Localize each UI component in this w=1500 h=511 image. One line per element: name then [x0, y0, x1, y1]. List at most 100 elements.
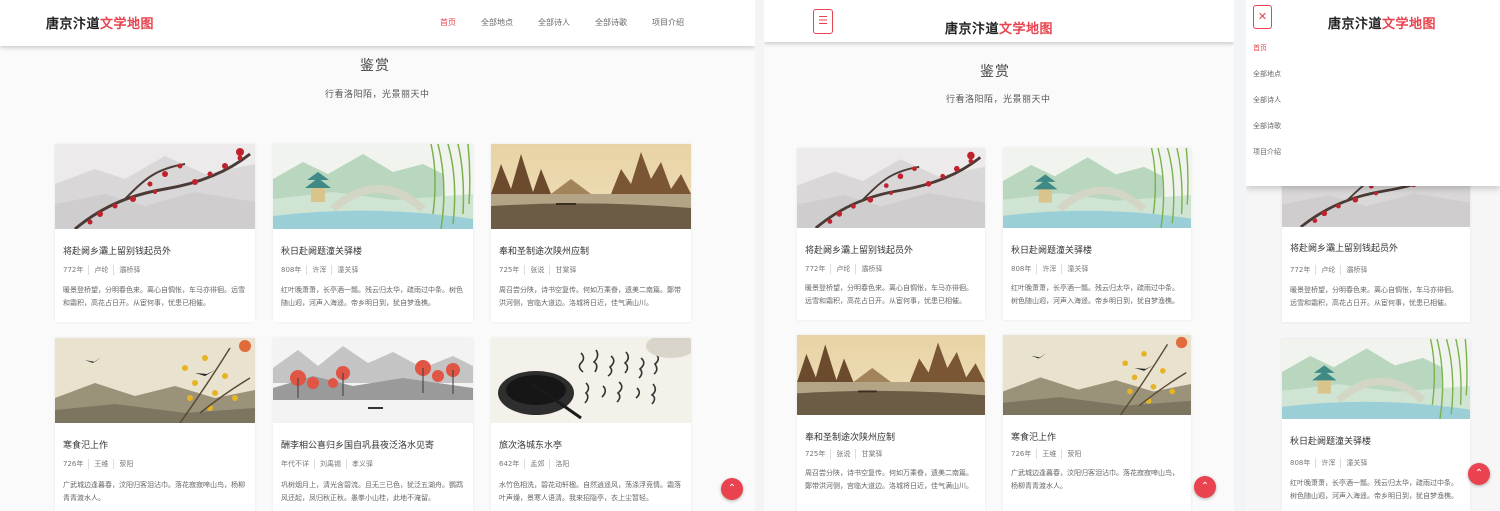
poem-poet[interactable]: 刘禹锡	[314, 459, 346, 469]
menu-toggle-button[interactable]: ☰	[813, 9, 833, 34]
navbar: 唐京汴道文学地图 首页 全部地点 全部诗人 全部诗歌 项目介绍	[0, 0, 755, 46]
poem-place[interactable]: 灞桥驿	[855, 264, 887, 274]
poem-meta: 772年 卢纶 灞桥驿	[63, 265, 145, 275]
poem-card[interactable]: 秋日赴阙题潼关驿楼 808年 许浑 潼关驿 红叶晚萧萧，长亭酒一瓢。残云归太华，疏雨…	[273, 144, 473, 322]
poem-card[interactable]: 旅次洛城东水亭 642年 孟郊 洛阳 水竹色相洗，碧花动轩楹。自然逍遥风，荡涤浮竞情…	[491, 338, 691, 511]
site-logo[interactable]: 唐京汴道文学地图	[46, 13, 154, 32]
poem-place[interactable]: 荥阳	[1061, 449, 1086, 459]
poem-place[interactable]: 洛阳	[549, 459, 574, 469]
nav-about[interactable]: 项目介绍	[652, 17, 684, 28]
poem-title[interactable]: 旅次洛城东水亭	[499, 438, 562, 451]
poem-excerpt: 暖景登桥望，分明春色来。离心自惆怅，车马亦徘徊。远雪和霜积，高花占日开。从宦何事…	[63, 286, 245, 307]
poem-title[interactable]: 秋日赴阙题潼关驿楼	[1011, 243, 1092, 256]
poem-title[interactable]: 奉和圣制途次陕州应制	[499, 244, 589, 257]
poem-title[interactable]: 秋日赴阙题潼关驿楼	[1290, 434, 1371, 447]
poem-title[interactable]: 奉和圣制途次陕州应制	[805, 430, 895, 443]
nav-poets[interactable]: 全部诗人	[538, 17, 570, 28]
poem-meta: 725年 张说 甘棠驿	[499, 265, 581, 275]
poem-meta: 772年 卢纶 灞桥驿	[805, 264, 887, 274]
poem-meta: 年代不详 刘禹锡 孝义驿	[281, 459, 378, 469]
poem-year: 725年	[805, 450, 826, 458]
poem-poet[interactable]: 许浑	[1315, 458, 1340, 468]
chevron-up-icon: ⌃	[727, 483, 737, 494]
poem-poet[interactable]: 许浑	[306, 265, 331, 275]
poem-card[interactable]: 将赴阙乡灞上留别钱起员外 772年 卢纶 灞桥驿 暖景登桥望，分明春色来。离心自惆怅…	[797, 148, 985, 320]
poem-year: 726年	[63, 460, 84, 468]
poem-poet[interactable]: 王维	[1036, 449, 1061, 459]
poem-meta: 808年 许浑 潼关驿	[1011, 264, 1093, 274]
poem-card[interactable]: 秋日赴阙题潼关驿楼 808年 许浑 潼关驿 红叶晚萧萧，长亭酒一瓢。残云归太华，疏雨…	[1003, 148, 1191, 320]
poem-poet[interactable]: 卢纶	[830, 264, 855, 274]
plum-blossom-image	[55, 144, 255, 229]
red-trees-mist-image	[273, 338, 473, 423]
poem-meta: 725年 张说 甘棠驿	[805, 449, 887, 459]
poem-year: 年代不详	[281, 460, 309, 468]
poem-year: 808年	[1011, 265, 1032, 273]
section-title: 鉴赏	[360, 58, 390, 74]
poem-poet[interactable]: 许浑	[1036, 264, 1061, 274]
drawer-item-places[interactable]: 全部地点	[1253, 69, 1281, 79]
poem-place[interactable]: 潼关驿	[1340, 458, 1372, 468]
poem-poet[interactable]: 王维	[88, 459, 113, 469]
poem-poet[interactable]: 卢纶	[88, 265, 113, 275]
poem-meta: 772年 卢纶 灞桥驿	[1290, 265, 1372, 275]
poem-place[interactable]: 甘棠驿	[549, 265, 581, 275]
poem-poet[interactable]: 张说	[524, 265, 549, 275]
poem-place[interactable]: 潼关驿	[331, 265, 363, 275]
pavilion-bridge-image	[1003, 148, 1191, 228]
poem-place[interactable]: 灞桥驿	[113, 265, 145, 275]
poem-poet[interactable]: 孟郊	[524, 459, 549, 469]
back-to-top-button[interactable]: ⌃	[721, 478, 743, 500]
nav-places[interactable]: 全部地点	[481, 17, 513, 28]
plum-blossom-image	[797, 148, 985, 228]
poem-place[interactable]: 潼关驿	[1061, 264, 1093, 274]
poem-year: 808年	[281, 266, 302, 274]
poem-excerpt: 周召尝分陕，诗书空复传。何如万乘眷，遗美二南篇。鄭带洪河侧，宫临大道边。洛城将日…	[805, 469, 973, 490]
back-to-top-button[interactable]: ⌃	[1194, 476, 1216, 498]
poem-card[interactable]: 寒食汜上作 726年 王维 荥阳 广武城边逢暮春，汶阳归客泪沾巾。落花寂寂啼山鸟，杨…	[1003, 335, 1191, 511]
poem-title[interactable]: 将赴阙乡灞上留别钱起员外	[805, 243, 913, 256]
poem-place[interactable]: 甘棠驿	[855, 449, 887, 459]
poem-year: 725年	[499, 266, 520, 274]
poem-meta: 726年 王维 荥阳	[1011, 449, 1086, 459]
swallow-blossom-image	[1003, 335, 1191, 415]
poem-poet[interactable]: 张说	[830, 449, 855, 459]
poem-card[interactable]: 寒食汜上作 726年 王维 荥阳 广武城边逢暮春，汶阳归客泪沾巾。落花寂寂啼山鸟，杨…	[55, 338, 255, 511]
pavilion-bridge-image	[273, 144, 473, 229]
poem-title[interactable]: 酬李相公喜归乡国自巩县夜泛洛水见寄	[281, 438, 434, 451]
site-logo[interactable]: 唐京汴道文学地图	[945, 18, 1053, 37]
poem-place[interactable]: 灞桥驿	[1340, 265, 1372, 275]
close-menu-button[interactable]: ✕	[1253, 5, 1272, 29]
poem-excerpt: 红叶晚萧萧，长亭酒一瓢。残云归太华，疏雨过中条。树色随山迥，河声入海遥。帝乡明日…	[281, 286, 463, 307]
poem-title[interactable]: 寒食汜上作	[63, 438, 108, 451]
poem-title[interactable]: 将赴阙乡灞上留别钱起员外	[1290, 241, 1398, 254]
poem-title[interactable]: 寒食汜上作	[1011, 430, 1056, 443]
tablet-view: ☰ 唐京汴道文学地图 鉴赏 行看洛阳陌，光景丽天中 将赴阙乡灞上留别钱起员外 7…	[764, 0, 1234, 511]
nav-home[interactable]: 首页	[440, 17, 456, 28]
poem-title[interactable]: 将赴阙乡灞上留别钱起员外	[63, 244, 171, 257]
ink-calligraphy-image	[491, 338, 691, 423]
drawer-item-poets[interactable]: 全部诗人	[1253, 95, 1281, 105]
poem-card[interactable]: 奉和圣制途次陕州应制 725年 张说 甘棠驿 周召尝分陕，诗书空复传。何如万乘眷，遗…	[491, 144, 691, 322]
drawer-item-home[interactable]: 首页	[1253, 43, 1267, 53]
poem-meta: 642年 孟郊 洛阳	[499, 459, 574, 469]
poem-card[interactable]: 酬李相公喜归乡国自巩县夜泛洛水见寄 年代不详 刘禹锡 孝义驿 巩树烟月上，清光含碧流…	[273, 338, 473, 511]
poem-card[interactable]: 秋日赴阙题潼关驿楼 808年 许浑 潼关驿 红叶晚萧萧，长亭酒一瓢。残云归太华，疏雨…	[1282, 339, 1470, 511]
poem-poet[interactable]: 卢纶	[1315, 265, 1340, 275]
section-subtitle: 行看洛阳陌，光景丽天中	[325, 90, 430, 100]
poem-card[interactable]: 奉和圣制途次陕州应制 725年 张说 甘棠驿 周召尝分陕，诗书空复传。何如万乘眷，遗…	[797, 335, 985, 511]
nav-poems[interactable]: 全部诗歌	[595, 17, 627, 28]
swallow-blossom-image	[55, 338, 255, 423]
poem-place[interactable]: 孝义驿	[346, 459, 378, 469]
drawer-item-about[interactable]: 项目介绍	[1253, 147, 1281, 157]
drawer-item-poems[interactable]: 全部诗歌	[1253, 121, 1281, 131]
back-to-top-button[interactable]: ⌃	[1468, 463, 1490, 485]
site-logo[interactable]: 唐京汴道文学地图	[1328, 13, 1436, 32]
poem-year: 726年	[1011, 450, 1032, 458]
poem-year: 642年	[499, 460, 520, 468]
poem-place[interactable]: 荥阳	[113, 459, 138, 469]
poem-card[interactable]: 将赴阙乡灞上留别钱起员外 772年 卢纶 灞桥驿 暖景登桥望，分明春色来。离心自惆怅…	[55, 144, 255, 322]
poem-meta: 808年 许浑 潼关驿	[1290, 458, 1372, 468]
poem-title[interactable]: 秋日赴阙题潼关驿楼	[281, 244, 362, 257]
poem-excerpt: 巩树烟月上，清光含碧流。且无三已色，犹泛五湖舟。鹦鹉风还起，凤归秋正秋。愚拳小山…	[281, 481, 463, 502]
